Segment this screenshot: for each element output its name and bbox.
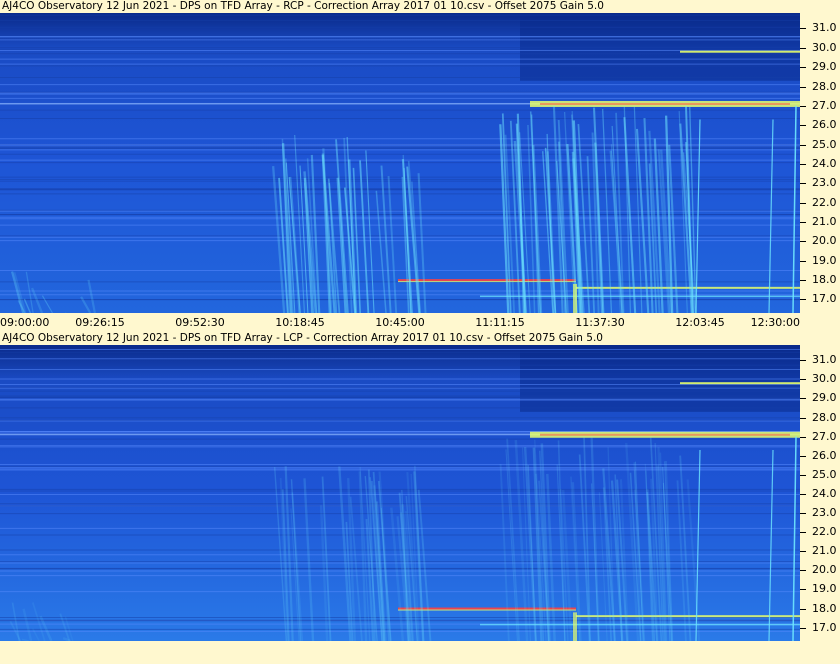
rcp-freq-tick bbox=[800, 183, 806, 185]
time-tick-label: 12:30:00 bbox=[750, 316, 800, 329]
band-29-8mhz bbox=[680, 50, 800, 53]
rcp-freq-tick-label: 24.0 bbox=[812, 156, 837, 170]
lcp-freq-tick-label: 18.0 bbox=[812, 601, 837, 615]
rcp-freq-tick bbox=[800, 202, 806, 204]
rcp-freq-tick-label: 18.0 bbox=[812, 273, 837, 287]
rcp-frequency-axis: 31.0 30.0 29.0 28.0 27.0 26.0 25.0 24.0 23.0 22.0… bbox=[800, 13, 840, 313]
lcp-freq-tick-label: 29.0 bbox=[812, 391, 837, 405]
lcp-freq-tick-label: 31.0 bbox=[812, 353, 837, 367]
lcp-freq-tick-label: 26.0 bbox=[812, 448, 837, 462]
lcp-freq-tick bbox=[800, 532, 806, 534]
lcp-freq-tick-label: 21.0 bbox=[812, 544, 837, 558]
lcp-freq-tick bbox=[800, 436, 806, 438]
rcp-freq-tick-label: 25.0 bbox=[812, 137, 837, 151]
lcp-freq-tick bbox=[800, 551, 806, 553]
rcp-panel: AJ4CO Observatory 12 Jun 2021 - DPS on T… bbox=[0, 0, 840, 332]
dark-band bbox=[520, 345, 800, 412]
rcp-spectrogram bbox=[0, 13, 800, 313]
time-tick-label: 11:11:15 bbox=[475, 316, 525, 329]
lcp-freq-tick bbox=[800, 474, 806, 476]
rcp-freq-tick-label: 21.0 bbox=[812, 215, 837, 229]
lcp-freq-tick-label: 27.0 bbox=[812, 429, 837, 443]
lcp-freq-tick bbox=[800, 360, 806, 362]
time-tick-label: 10:18:45 bbox=[275, 316, 325, 329]
rcp-freq-tick bbox=[800, 163, 806, 165]
lcp-freq-tick bbox=[800, 570, 806, 572]
rcp-freq-tick bbox=[800, 105, 806, 107]
rcp-freq-tick-label: 19.0 bbox=[812, 253, 837, 267]
rcp-spectrogram-canvas bbox=[0, 13, 800, 313]
lcp-freq-tick bbox=[800, 513, 806, 515]
lcp-spectrogram bbox=[0, 345, 800, 641]
rcp-freq-tick bbox=[800, 47, 806, 49]
lcp-freq-tick-label: 20.0 bbox=[812, 563, 837, 577]
time-tick-label: 12:03:45 bbox=[675, 316, 725, 329]
lcp-freq-tick bbox=[800, 589, 806, 591]
rcp-freq-tick bbox=[800, 86, 806, 88]
rcp-freq-tick bbox=[800, 260, 806, 262]
lcp-panel-title: AJ4CO Observatory 12 Jun 2021 - DPS on T… bbox=[2, 332, 603, 344]
rcp-freq-tick bbox=[800, 280, 806, 282]
lcp-freq-tick bbox=[800, 493, 806, 495]
time-tick-label: 09:52:30 bbox=[175, 316, 225, 329]
dark-band bbox=[520, 13, 800, 81]
rcp-freq-tick-label: 31.0 bbox=[812, 21, 837, 35]
rcp-freq-tick-label: 30.0 bbox=[812, 40, 837, 54]
rcp-freq-tick-label: 22.0 bbox=[812, 195, 837, 209]
lcp-freq-tick-label: 19.0 bbox=[812, 582, 837, 596]
band-27mhz-red bbox=[540, 433, 790, 436]
lcp-freq-tick bbox=[800, 379, 806, 381]
rcp-time-axis: 09:00:00 09:26:15 09:52:30 10:18:45 10:45:00… bbox=[0, 314, 840, 332]
lcp-freq-tick-label: 23.0 bbox=[812, 506, 837, 520]
bright-column bbox=[573, 283, 577, 313]
lcp-freq-tick bbox=[800, 608, 806, 610]
lcp-freq-tick bbox=[800, 455, 806, 457]
carrier-17-2mhz bbox=[480, 295, 800, 298]
rcp-freq-tick-label: 23.0 bbox=[812, 176, 837, 190]
rcp-freq-tick bbox=[800, 125, 806, 127]
lcp-freq-tick bbox=[800, 627, 806, 629]
lcp-freq-tick bbox=[800, 417, 806, 419]
band-27mhz-red bbox=[540, 102, 790, 105]
rcp-freq-tick-label: 27.0 bbox=[812, 98, 837, 112]
time-tick-label: 09:00:00 bbox=[0, 316, 50, 329]
bright-column bbox=[573, 612, 577, 641]
rcp-panel-title: AJ4CO Observatory 12 Jun 2021 - DPS on T… bbox=[2, 0, 604, 12]
lcp-freq-tick-label: 25.0 bbox=[812, 467, 837, 481]
lcp-freq-tick bbox=[800, 398, 806, 400]
lcp-freq-tick-label: 17.0 bbox=[812, 620, 837, 634]
time-tick-label: 09:26:15 bbox=[75, 316, 125, 329]
lcp-spectrogram-canvas bbox=[0, 345, 800, 641]
rcp-freq-tick bbox=[800, 299, 806, 301]
lcp-frequency-axis: 31.0 30.0 29.0 28.0 27.0 26.0 25.0 24.0 23.0 22.0… bbox=[800, 345, 840, 641]
rcp-freq-tick-label: 17.0 bbox=[812, 292, 837, 306]
rcp-freq-tick bbox=[800, 144, 806, 146]
lcp-freq-tick-label: 24.0 bbox=[812, 486, 837, 500]
time-tick-label: 11:37:30 bbox=[575, 316, 625, 329]
lcp-freq-tick-label: 22.0 bbox=[812, 525, 837, 539]
carrier-17-6mhz bbox=[576, 286, 800, 289]
time-tick-label: 10:45:00 bbox=[375, 316, 425, 329]
rcp-freq-tick-label: 29.0 bbox=[812, 60, 837, 74]
lcp-freq-tick-label: 28.0 bbox=[812, 410, 837, 424]
rcp-freq-tick bbox=[800, 67, 806, 69]
lcp-panel: AJ4CO Observatory 12 Jun 2021 - DPS on T… bbox=[0, 332, 840, 664]
rcp-freq-tick-label: 28.0 bbox=[812, 79, 837, 93]
rcp-freq-tick bbox=[800, 241, 806, 243]
band-29-8mhz bbox=[680, 382, 800, 385]
rcp-freq-tick bbox=[800, 222, 806, 224]
rcp-freq-tick bbox=[800, 28, 806, 30]
rcp-freq-tick-label: 26.0 bbox=[812, 118, 837, 132]
lcp-freq-tick-label: 30.0 bbox=[812, 372, 837, 386]
rcp-freq-tick-label: 20.0 bbox=[812, 234, 837, 248]
